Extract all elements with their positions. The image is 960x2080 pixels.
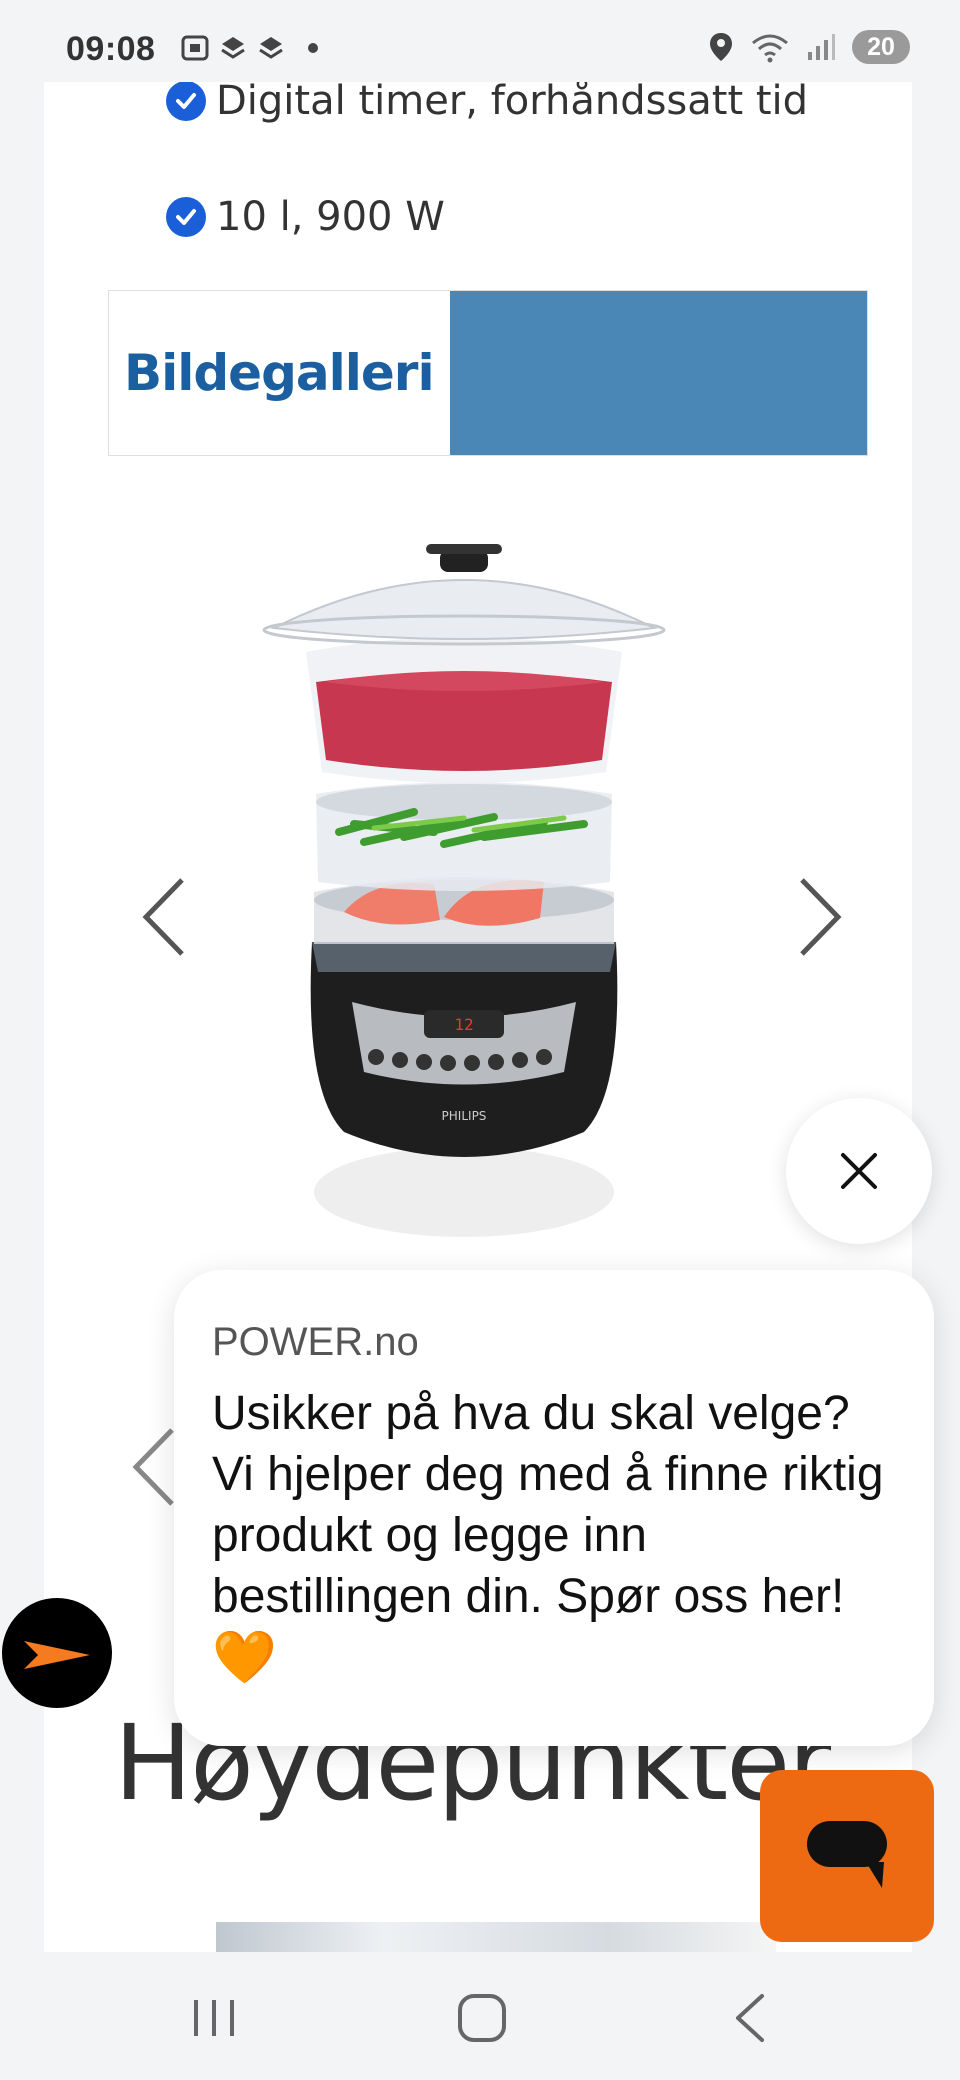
heart-emoji: 🧡 [212,1628,277,1688]
feature-item: 10 l, 900 W [166,194,445,240]
gallery-header: Bildegalleri [108,290,868,456]
signal-icon [808,34,835,60]
power-logo[interactable] [2,1598,112,1708]
home-button[interactable] [452,1988,512,2048]
battery-indicator: 20 [852,30,910,64]
check-circle-icon [166,197,206,237]
status-bar: 09:08 20 [0,0,960,82]
stack-icon [221,37,245,59]
chat-open-button[interactable] [760,1770,934,1942]
stack-icon [259,37,283,59]
check-circle-icon [166,82,206,121]
feature-text: 10 l, 900 W [216,194,445,240]
chat-sender: POWER.no [212,1320,419,1364]
feature-item: Digital timer, forhåndssatt tid [166,82,808,124]
carousel-next-button[interactable] [790,872,850,962]
svg-text:PHILIPS: PHILIPS [442,1109,487,1123]
highlight-image-preview [216,1922,776,1952]
recent-apps-button[interactable] [184,1988,244,2048]
wifi-icon [752,34,788,63]
chat-bubble-icon [807,1821,887,1888]
navigation-bar [0,1952,960,2080]
feature-text: Digital timer, forhåndssatt tid [216,82,809,124]
chat-message-card[interactable]: POWER.no Usikker på hva du skal velge? V… [174,1270,934,1746]
chat-close-button[interactable] [786,1098,932,1244]
location-icon [710,33,732,61]
gallery-title: Bildegalleri [124,344,435,402]
chat-message: Usikker på hva du skal velge? Vi hjelper… [212,1387,884,1623]
svg-text:12: 12 [454,1015,473,1034]
status-time: 09:08 [66,30,156,68]
notification-dot [308,43,318,53]
power-arrow-icon [24,1641,90,1669]
product-image[interactable]: 12 PHILIPS [244,532,684,1252]
back-button[interactable] [722,1988,782,2048]
gallery-banner [450,291,867,455]
carousel-prev-button[interactable] [134,872,194,962]
close-icon [841,1153,877,1189]
screenshot-icon [181,35,209,61]
